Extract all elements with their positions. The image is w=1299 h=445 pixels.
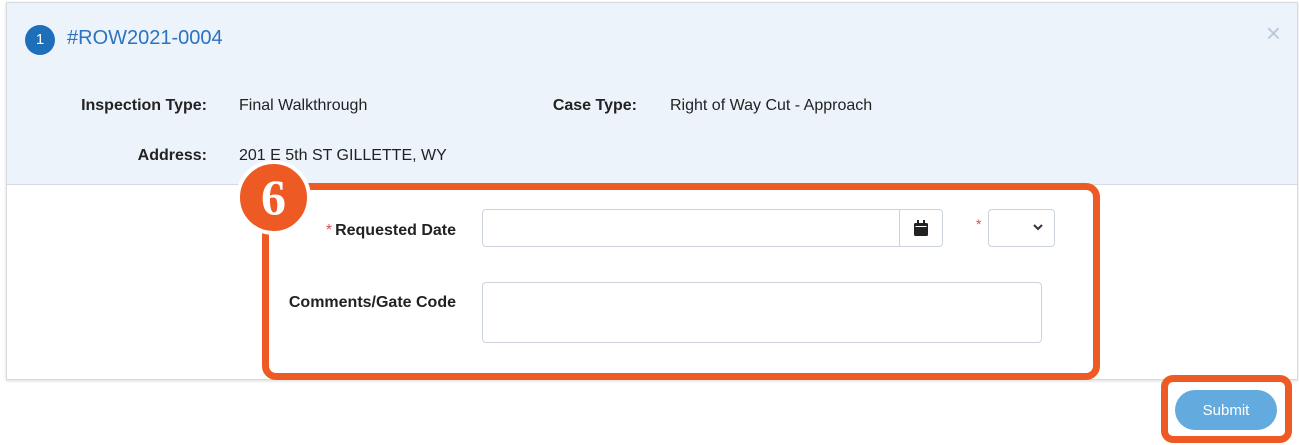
submit-button[interactable]: Submit <box>1175 390 1277 430</box>
time-select[interactable] <box>988 209 1055 247</box>
requested-date-input[interactable] <box>482 209 900 247</box>
case-type-label: Case Type: <box>552 97 637 114</box>
case-number-link[interactable]: #ROW2021-0004 <box>67 27 223 50</box>
required-marker: * <box>325 222 333 239</box>
calendar-icon <box>914 220 928 236</box>
inspection-type-value: Final Walkthrough <box>239 97 368 114</box>
case-type-value: Right of Way Cut - Approach <box>670 97 873 114</box>
card-header: 1 #ROW2021-0004 × Inspection Type: Final… <box>7 3 1297 185</box>
address-label: Address: <box>137 147 207 164</box>
calendar-button[interactable] <box>899 209 943 247</box>
step-number-badge: 1 <box>25 25 55 55</box>
comments-label: Comments/Gate Code <box>288 294 456 311</box>
requested-date-label: * Requested Date <box>290 222 456 240</box>
close-icon[interactable]: × <box>1266 20 1281 46</box>
chevron-down-icon <box>1033 224 1043 231</box>
requested-date-label-text: Requested Date <box>335 222 456 239</box>
comments-gate-code-input[interactable] <box>482 282 1042 343</box>
time-required-marker: * <box>976 216 982 232</box>
step-six-badge: 6 <box>236 160 311 235</box>
inspection-type-label: Inspection Type: <box>81 97 207 114</box>
